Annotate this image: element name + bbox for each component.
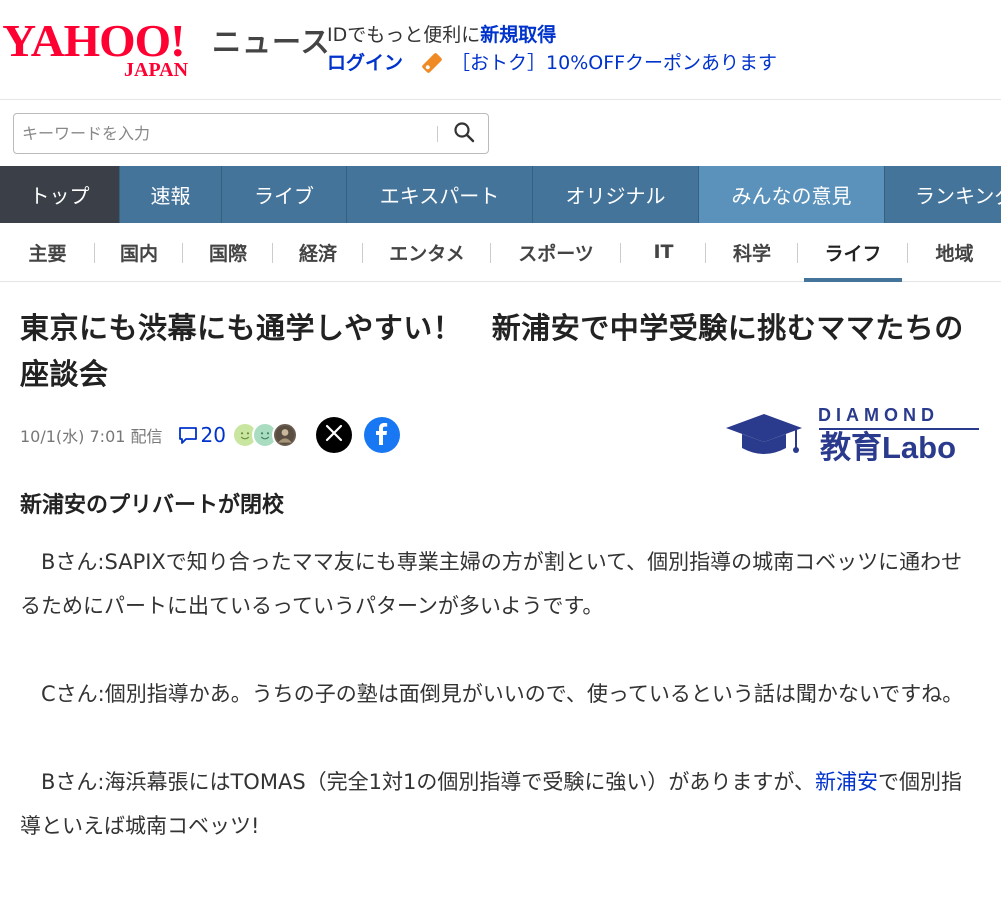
- category-tab-economy[interactable]: 経済: [273, 223, 363, 282]
- article-meta: 10/1(水) 7:01 配信 20: [20, 416, 400, 454]
- yahoo-japan-logo[interactable]: YAHOO! JAPAN: [2, 15, 209, 82]
- search-input[interactable]: [22, 114, 432, 153]
- comment-icon[interactable]: [177, 424, 199, 446]
- graduation-cap-icon: [726, 414, 802, 454]
- nav-tab-expert[interactable]: エキスパート: [347, 166, 533, 223]
- article-body: Bさん:SAPIXで知り合ったママ友にも専業主婦の方が割といて、個別指導の城南コ…: [20, 540, 980, 848]
- category-label: エンタメ: [389, 242, 465, 265]
- x-logo-icon: [325, 424, 343, 446]
- facebook-logo-icon: [372, 421, 392, 449]
- category-tab-domestic[interactable]: 国内: [95, 223, 183, 282]
- nav-tab-ranking[interactable]: ランキング: [885, 166, 1001, 223]
- register-link[interactable]: 新規取得: [480, 24, 556, 46]
- search-button[interactable]: [446, 117, 482, 151]
- service-name[interactable]: ニュース: [212, 24, 331, 60]
- category-label: IT: [653, 241, 674, 263]
- coupon-link[interactable]: ［おトク］10%OFFクーポンあります: [451, 50, 777, 76]
- nav-tab-breaking[interactable]: 速報: [120, 166, 222, 223]
- category-label: 科学: [732, 242, 771, 265]
- category-tab-life[interactable]: ライフ: [798, 223, 908, 282]
- category-tab-main[interactable]: 主要: [0, 223, 95, 282]
- category-tab-sports[interactable]: スポーツ: [491, 223, 621, 282]
- search-icon: [453, 121, 475, 147]
- category-tab-local[interactable]: 地域: [908, 223, 1001, 282]
- category-nav: 主要 国内 国際 経済 エンタメ スポーツ IT 科学 ライフ 地域: [0, 223, 1001, 282]
- category-tab-world[interactable]: 国際: [183, 223, 273, 282]
- logo-wordmark: YAHOO!: [2, 15, 185, 66]
- diamond-kyoiku-labo-logo[interactable]: DIAMOND 教育Labo: [724, 402, 984, 468]
- paragraph-text: Bさん:海浜幕張にはTOMAS（完全1対1の個別指導で受験に強い）がありますが、: [20, 770, 815, 794]
- brand-top-text: DIAMOND: [818, 405, 939, 425]
- coupon-tag-icon: [419, 50, 445, 76]
- comment-count[interactable]: 20: [201, 423, 226, 447]
- category-label: 国際: [208, 242, 247, 265]
- paragraph: Bさん:海浜幕張にはTOMAS（完全1対1の個別指導で受験に強い）がありますが、…: [20, 760, 980, 848]
- category-tab-it[interactable]: IT: [621, 223, 706, 282]
- category-label: 主要: [28, 242, 67, 265]
- primary-nav: トップ 速報 ライブ エキスパート オリジナル みんなの意見 ランキング: [0, 166, 1001, 223]
- article-title: 東京にも渋幕にも通学しやすい！ 新浦安で中学受験に挑むママたちの座談会: [20, 311, 964, 391]
- promo-actions: ログイン ［おトク］10%OFFクーポンあります: [327, 50, 777, 76]
- inline-link-shin-urayasu[interactable]: 新浦安: [815, 770, 878, 794]
- paragraph: Cさん:個別指導かあ。うちの子の塾は面倒見がいいので、使っているという話は聞かな…: [20, 682, 964, 706]
- category-tab-entertainment[interactable]: エンタメ: [363, 223, 491, 282]
- nav-tab-original[interactable]: オリジナル: [533, 166, 699, 223]
- id-promo: IDでもっと便利に新規取得: [327, 22, 556, 48]
- brand-bottom-text: 教育Labo: [820, 430, 957, 465]
- category-label: ライフ: [824, 242, 882, 265]
- category-label: 経済: [298, 242, 337, 265]
- share-x-button[interactable]: [315, 417, 352, 453]
- category-label: スポーツ: [518, 242, 594, 265]
- paragraph: Bさん:SAPIXで知り合ったママ友にも専業主婦の方が割といて、個別指導の城南コ…: [20, 550, 963, 618]
- login-link[interactable]: ログイン: [327, 50, 403, 76]
- publish-date: 10/1(水) 7:01 配信: [20, 427, 163, 446]
- nav-tab-live[interactable]: ライブ: [222, 166, 347, 223]
- active-tab-indicator: [804, 277, 902, 282]
- nav-tab-top[interactable]: トップ: [0, 166, 120, 223]
- share-facebook-button[interactable]: [363, 417, 400, 453]
- section-heading: 新浦安のプリバートが閉校: [20, 493, 285, 518]
- logo-sub-wordmark: JAPAN: [124, 59, 189, 81]
- site-header: YAHOO! JAPAN ニュース IDでもっと便利に新規取得 ログイン ［おト…: [0, 0, 1001, 100]
- user-avatar-icon: [271, 422, 298, 448]
- search-divider: [437, 126, 438, 142]
- category-label: 国内: [119, 242, 158, 265]
- nav-tab-opinions[interactable]: みんなの意見: [699, 166, 885, 223]
- reaction-avatars[interactable]: [231, 422, 298, 448]
- category-tab-science[interactable]: 科学: [706, 223, 798, 282]
- promo-text: IDでもっと便利に: [327, 24, 481, 46]
- search-box: [13, 113, 489, 154]
- category-label: 地域: [935, 242, 974, 265]
